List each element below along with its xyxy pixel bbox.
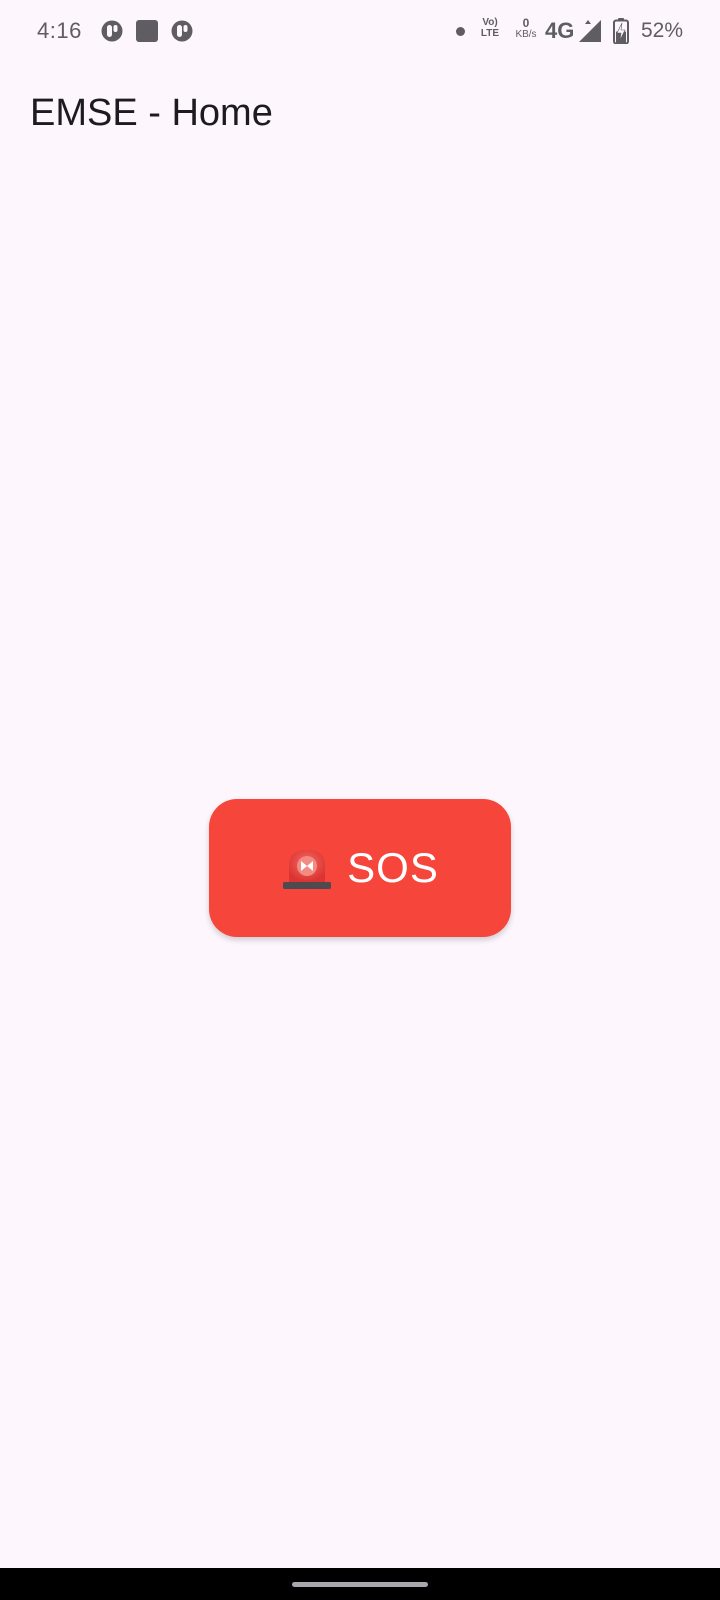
status-bar: 4:16 Vo) LTE 0 KB/s 4G 52% <box>0 0 720 64</box>
system-navigation-bar <box>0 1568 720 1600</box>
volte-top-label: Vo) <box>482 17 498 28</box>
page-title: EMSE - Home <box>30 92 273 134</box>
battery-charging-icon <box>613 18 629 44</box>
volte-indicator: Vo) LTE <box>478 17 502 39</box>
home-gesture-handle[interactable] <box>292 1582 428 1587</box>
app-bar: EMSE - Home <box>0 64 720 164</box>
sos-button[interactable]: SOS <box>209 799 511 937</box>
square-app-icon <box>136 20 158 42</box>
app-notification-icon <box>171 20 193 42</box>
siren-icon <box>283 850 332 889</box>
sos-button-label: SOS <box>347 844 439 891</box>
speed-unit: KB/s <box>515 29 537 40</box>
app-notification-icon <box>101 20 123 42</box>
speed-value: 0 <box>522 16 530 30</box>
volte-bottom-label: LTE <box>480 28 500 39</box>
notification-dot-icon <box>456 27 465 36</box>
cell-signal-icon <box>579 20 601 42</box>
network-type: 4G <box>545 18 575 43</box>
network-speed: 0 KB/s <box>512 17 540 41</box>
status-time: 4:16 <box>37 18 82 43</box>
home-screen: 4:16 Vo) LTE 0 KB/s 4G 52% EMSE - Home S… <box>0 0 720 1600</box>
battery-percent: 52% <box>641 19 684 42</box>
